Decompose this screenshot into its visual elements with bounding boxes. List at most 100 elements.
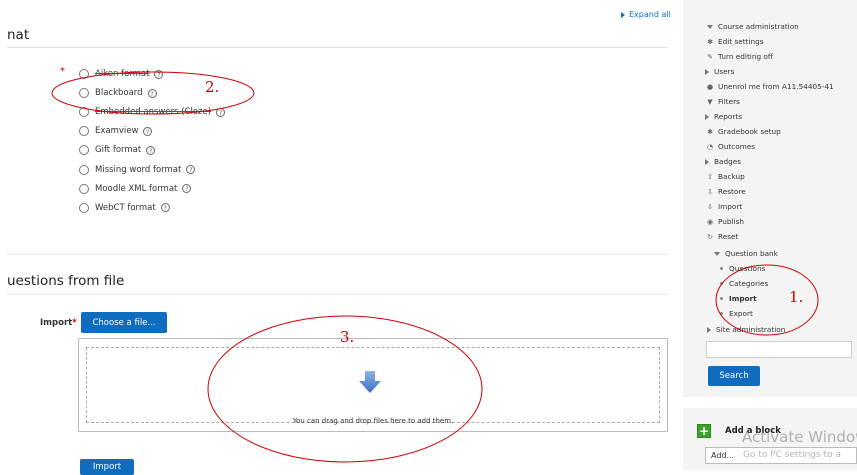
main-content: Expand all nat * Aiken format? Blackboard… [0,0,680,475]
format-section-divider [7,47,668,48]
help-icon[interactable]: ? [146,145,156,155]
import-submit-button[interactable]: Import [80,459,134,475]
help-icon[interactable]: ? [186,165,196,174]
chevron-down-icon [714,251,720,256]
sidebar-item-label: Import [718,202,743,211]
sidebar-item-label: Import [729,294,757,303]
sidebar-item[interactable]: Questions [720,264,765,273]
sidebar-item-label: Users [714,67,735,76]
format-option[interactable]: Missing word format? [79,163,196,177]
sidebar-item-label: Export [729,309,753,318]
radio-button[interactable] [79,202,89,213]
bullet-icon [720,267,723,270]
expand-all-link[interactable]: Expand all [621,10,671,19]
sidebar-item[interactable]: Export [720,309,753,318]
gear-icon: ✱ [707,127,713,136]
radio-button[interactable] [79,164,89,175]
chevron-right-icon [705,68,709,75]
plus-icon: + [697,424,711,438]
sidebar-item[interactable]: Import [720,294,757,303]
bullet-icon [720,312,723,315]
import-section-title: uestions from file [7,273,125,289]
format-option[interactable]: Gift format? [79,143,156,157]
activation-watermark: Activate Window [742,428,857,446]
download-icon: ⇩ [707,202,713,211]
format-option[interactable]: Blackboard? [79,86,157,100]
sidebar-item-label: Outcomes [718,142,756,151]
drop-zone[interactable]: You can drag and drop files here to add … [86,347,660,425]
sidebar-item-label: Course administration [718,22,799,31]
sidebar-item[interactable]: ◔ Outcomes [705,142,755,151]
help-icon[interactable]: ? [154,69,164,79]
import-label-text: Import [40,318,73,328]
sidebar-item[interactable]: Badges [705,157,741,166]
sidebar: Course administration ✱ Edit settings ✎ Turn… [683,0,857,470]
radio-button[interactable] [79,183,89,194]
sidebar-item[interactable]: ⇩ Restore [705,187,746,196]
sidebar-item-label: Questions [729,264,766,273]
sidebar-item-label: Edit settings [718,37,764,46]
sidebar-item[interactable]: ✱ Gradebook setup [705,127,781,136]
sidebar-item-label: Badges [714,157,742,166]
radio-button[interactable] [79,145,89,156]
radio-button[interactable] [79,126,89,137]
user-icon: ● [706,82,714,91]
chevron-down-icon [707,24,713,29]
radio-button[interactable] [79,88,89,99]
expand-all-label: Expand all [629,10,671,19]
help-icon[interactable]: ? [160,203,170,213]
format-option-label: Aiken format [95,69,150,79]
sidebar-item[interactable]: Users [705,67,734,76]
download-icon: ⇩ [707,187,713,196]
sidebar-item[interactable]: ✎ Turn editing off [705,52,773,61]
annotation-label-3: 3. [340,328,355,346]
radio-button[interactable] [79,69,89,79]
sidebar-item[interactable]: ▼ Filters [705,97,740,106]
format-option[interactable]: Examview? [79,124,153,138]
help-icon[interactable]: ? [216,107,226,117]
sidebar-item[interactable]: ● Unenrol me from A11.54405-41 [705,82,834,91]
sidebar-item-label: Reset [718,232,739,241]
sidebar-item[interactable]: Categories [720,279,768,288]
sidebar-item-label: Unenrol me from A11.54405-41 [718,82,834,91]
sidebar-item[interactable]: ↻ Reset [705,232,738,241]
format-option[interactable]: Moodle XML format? [79,182,192,196]
annotation-label-2: 2. [205,78,220,96]
format-option-label: Moodle XML format [95,183,178,194]
help-icon[interactable]: ? [147,88,157,98]
sidebar-item-label: Question bank [725,249,778,258]
sidebar-item-label: Filters [718,97,740,106]
import-section-divider [7,294,668,295]
sidebar-item[interactable]: ⇩ Import [705,202,742,211]
sidebar-item-label: Site administration [716,325,786,334]
format-section-title: nat [7,27,30,43]
help-icon[interactable]: ? [143,126,153,136]
sidebar-item[interactable]: Site administration [707,325,785,334]
format-option-label: Examview [95,126,139,137]
format-option-label: Embedded answers (Cloze) [95,107,212,118]
sidebar-item[interactable]: Question bank [714,249,778,258]
format-option[interactable]: Aiken format? [79,67,164,81]
section-divider [7,254,668,255]
format-option[interactable]: Embedded answers (Cloze)? [79,105,226,119]
globe-icon: ◉ [706,217,714,226]
sidebar-item-label: Categories [729,279,769,288]
sidebar-item[interactable]: Course administration [707,22,799,31]
upload-icon: ⇧ [707,172,713,181]
sidebar-item[interactable]: ⇧ Backup [705,172,745,181]
file-picker: You can drag and drop files here to add … [78,338,668,432]
format-option[interactable]: WebCT format? [79,201,170,215]
sidebar-item-label: Publish [718,217,745,226]
pencil-icon: ✎ [707,52,713,61]
format-option-label: Blackboard [95,88,143,99]
required-mark: * [72,318,77,328]
search-button[interactable]: Search [708,366,760,386]
help-icon[interactable]: ? [182,184,192,194]
choose-file-button[interactable]: Choose a file... [81,312,167,333]
sidebar-item[interactable]: Reports [705,112,742,121]
search-input[interactable] [706,341,852,358]
sidebar-item[interactable]: ✱ Edit settings [705,37,764,46]
radio-button[interactable] [79,107,89,118]
import-field-label: Import* [40,318,77,328]
sidebar-item[interactable]: ◉ Publish [705,217,744,226]
